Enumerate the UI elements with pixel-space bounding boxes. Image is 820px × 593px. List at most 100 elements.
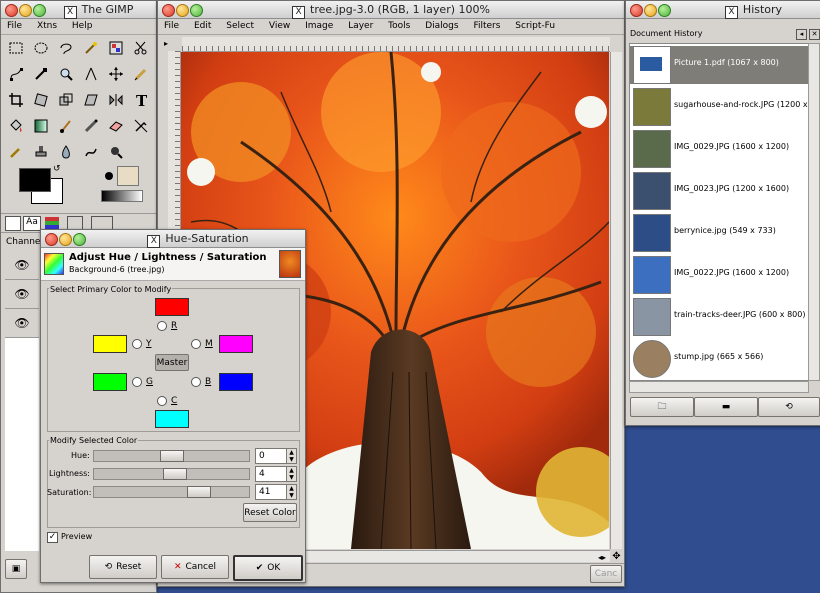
list-item[interactable]: IMG_0029.JPG (1600 x 1200) <box>630 130 808 168</box>
move-icon[interactable] <box>105 63 127 85</box>
horizontal-ruler[interactable] <box>182 37 610 52</box>
red-radio[interactable] <box>157 321 167 331</box>
list-item[interactable]: stump.jpg (665 x 566) <box>630 340 808 378</box>
cyan-swatch[interactable] <box>155 410 189 428</box>
vertical-scrollbar[interactable] <box>610 52 622 549</box>
list-item[interactable]: IMG_0022.JPG (1600 x 1200) <box>630 256 808 294</box>
yellow-radio[interactable] <box>132 339 142 349</box>
menu-file[interactable]: File <box>1 19 28 31</box>
menu-edit[interactable]: Edit <box>188 19 217 31</box>
panel-close-icon[interactable]: ✕ <box>809 29 820 40</box>
measure-icon[interactable] <box>80 63 102 85</box>
blue-swatch[interactable] <box>219 373 253 391</box>
bucket-fill-icon[interactable] <box>5 115 27 137</box>
text-icon[interactable]: T <box>130 89 152 111</box>
history-titlebar[interactable]: X History <box>626 1 820 19</box>
channels-tab[interactable]: Aa <box>23 216 41 231</box>
zoom-icon[interactable] <box>73 233 86 246</box>
menu-layer[interactable]: Layer <box>342 19 379 31</box>
rotate-icon[interactable] <box>30 89 52 111</box>
menu-tools[interactable]: Tools <box>382 19 416 31</box>
eye-icon[interactable]: 👁 <box>5 280 39 309</box>
gradient-preview[interactable] <box>101 190 143 202</box>
hue-slider[interactable] <box>93 450 250 462</box>
scissors-icon[interactable] <box>130 37 152 59</box>
image-titlebar[interactable]: Xtree.jpg-3.0 (RGB, 1 layer) 100% <box>158 1 624 19</box>
paths-icon[interactable] <box>5 63 27 85</box>
menu-dialogs[interactable]: Dialogs <box>419 19 464 31</box>
minimize-icon[interactable] <box>19 4 32 17</box>
lightness-slider-thumb[interactable] <box>163 468 187 480</box>
menu-file[interactable]: File <box>158 19 185 31</box>
airbrush-icon[interactable] <box>80 115 102 137</box>
menu-xtns[interactable]: Xtns <box>31 19 63 31</box>
swap-colors-icon[interactable]: ↺ <box>53 164 61 174</box>
minimize-icon[interactable] <box>59 233 72 246</box>
blur-icon[interactable] <box>55 141 77 163</box>
fuzzy-select-icon[interactable] <box>80 37 102 59</box>
new-channel-button[interactable]: ▣ <box>5 559 27 579</box>
history-vscrollbar[interactable] <box>808 43 820 381</box>
ellipse-select-icon[interactable] <box>30 37 52 59</box>
stamp-icon[interactable] <box>30 141 52 163</box>
color-picker-icon[interactable] <box>30 63 52 85</box>
menu-script-fu[interactable]: Script-Fu <box>509 19 561 31</box>
brush-gradient-area[interactable] <box>91 164 147 206</box>
flip-icon[interactable] <box>105 89 127 111</box>
hue-spinbox[interactable]: 0 ▲ ▼ <box>255 448 297 464</box>
menu-image[interactable]: Image <box>299 19 339 31</box>
scroll-arrow-icon[interactable]: ◂▸ <box>598 553 606 562</box>
eraser-icon[interactable] <box>105 115 127 137</box>
zoom-icon[interactable] <box>658 4 671 17</box>
paintbrush-icon[interactable] <box>55 115 77 137</box>
menu-filters[interactable]: Filters <box>467 19 506 31</box>
eye-icon[interactable]: 👁 <box>5 251 39 280</box>
list-item[interactable]: sugarhouse-and-rock.JPG (1200 x 16 <box>630 88 808 126</box>
toolbox-titlebar[interactable]: X The GIMP <box>1 1 156 19</box>
pencil-icon[interactable] <box>130 63 152 85</box>
list-item[interactable]: berrynice.jpg (549 x 733) <box>630 214 808 252</box>
brush-preview-icon[interactable] <box>105 172 113 180</box>
close-icon[interactable] <box>5 4 18 17</box>
crop-icon[interactable] <box>5 89 27 111</box>
dialog-titlebar[interactable]: X Hue-Saturation <box>41 230 305 248</box>
magenta-swatch[interactable] <box>219 335 253 353</box>
reset-button[interactable]: ⟲ Reset <box>89 555 157 579</box>
red-swatch[interactable] <box>155 298 189 316</box>
fg-bg-colors[interactable]: ↺ <box>15 164 67 206</box>
layers-tab-icon[interactable] <box>5 216 21 231</box>
menu-view[interactable]: View <box>263 19 296 31</box>
master-button[interactable]: Master <box>155 354 189 371</box>
navigate-icon[interactable]: ✥ <box>611 551 622 562</box>
saturation-slider[interactable] <box>93 486 250 498</box>
list-item[interactable]: Picture 1.pdf (1067 x 800) <box>630 46 808 84</box>
ok-button[interactable]: ✔ OK <box>233 555 303 581</box>
history-hscrollbar[interactable] <box>629 381 809 393</box>
magenta-radio[interactable] <box>191 339 201 349</box>
menu-select[interactable]: Select <box>220 19 260 31</box>
close-icon[interactable] <box>45 233 58 246</box>
magnify-icon[interactable] <box>55 63 77 85</box>
menu-help[interactable]: Help <box>66 19 99 31</box>
close-icon[interactable] <box>630 4 643 17</box>
rect-select-icon[interactable] <box>5 37 27 59</box>
list-item[interactable]: IMG_0023.JPG (1200 x 1600) <box>630 172 808 210</box>
color-select-icon[interactable] <box>105 37 127 59</box>
hue-slider-thumb[interactable] <box>160 450 184 462</box>
pattern-preview[interactable] <box>117 166 139 186</box>
list-item[interactable]: train-tracks-deer.JPG (600 x 800) <box>630 298 808 336</box>
open-button[interactable]: 🗀 <box>630 397 694 417</box>
smudge-icon[interactable] <box>80 141 102 163</box>
scale-icon[interactable] <box>55 89 77 111</box>
paths-tab-icon[interactable] <box>45 217 59 229</box>
eye-icon[interactable]: 👁 <box>5 309 39 338</box>
reset-color-button[interactable]: Reset Color <box>243 503 297 522</box>
shear-icon[interactable] <box>80 89 102 111</box>
cancel-button[interactable]: Canc <box>590 565 622 583</box>
remove-button[interactable]: ▬ <box>694 397 758 417</box>
saturation-slider-thumb[interactable] <box>187 486 211 498</box>
lasso-icon[interactable] <box>55 37 77 59</box>
menu-arrow-icon[interactable]: ▸ <box>164 39 168 48</box>
preview-checkbox[interactable]: ✓ <box>47 532 58 543</box>
saturation-spinbox[interactable]: 41 ▲ ▼ <box>255 484 297 500</box>
